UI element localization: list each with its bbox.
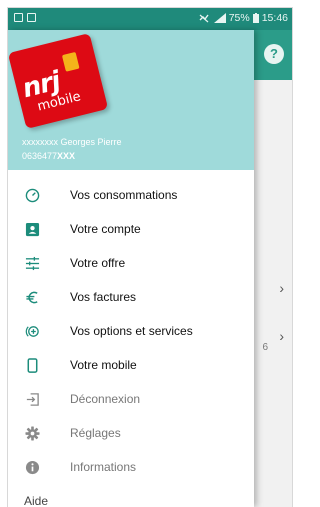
navigation-drawer: nrj mobile xxxxxxxx Georges Pierre 06364… [8,30,254,507]
partial-value: 6 [262,342,268,353]
phone-mask: XXX [57,151,76,161]
gauge-icon [24,187,40,203]
gear-icon [24,425,40,441]
menu-item-offre[interactable]: Votre offre [8,246,254,280]
user-name: xxxxxxxx Georges Pierre [22,137,122,147]
phone-prefix: 0636477 [22,151,58,161]
info-icon [24,459,40,475]
battery-icon [252,13,259,23]
phone-screen: 75% 15:46 ? › › 6 nrj mobile xxxxxxxx Ge… [8,8,292,507]
menu-item-label: Vos factures [70,290,137,304]
chevron-right-icon[interactable]: › [279,328,284,344]
status-bar: 75% 15:46 [8,8,292,30]
menu-item-aide[interactable]: Aide [8,484,254,507]
menu-item-label: Réglages [70,426,121,440]
menu-item-label: Vos consommations [70,188,178,202]
nrj-mobile-logo: nrj mobile [8,32,109,130]
account-card-icon [24,221,40,237]
notification-icon [14,13,23,22]
menu-item-mobile[interactable]: Votre mobile [8,348,254,382]
clock: 15:46 [261,12,288,24]
menu-item-label: Vos options et services [70,324,193,338]
menu-item-label: Votre offre [70,256,126,270]
sliders-icon [24,255,40,271]
logo-yellow-square [61,51,80,72]
menu-item-options[interactable]: Vos options et services [8,314,254,348]
notification-icon [27,13,36,22]
chevron-right-icon[interactable]: › [279,280,284,296]
menu-item-label: Votre compte [70,222,141,236]
menu-item-label: Informations [70,460,137,474]
menu-item-label: Déconnexion [70,392,141,406]
signal-icon [213,13,226,23]
menu-item-compte[interactable]: Votre compte [8,212,254,246]
system-status: 75% 15:46 [199,12,288,24]
battery-percentage: 75% [228,12,250,24]
user-phone: 0636477XXX [22,151,75,161]
drawer-menu: Vos consommations Votre compte Votre off… [8,178,254,507]
notification-icons [14,13,36,22]
menu-item-informations[interactable]: Informations [8,450,254,484]
euro-icon [24,289,40,305]
smartphone-icon [24,357,40,373]
mute-icon [199,14,209,23]
menu-item-consommations[interactable]: Vos consommations [8,178,254,212]
aide-label: Aide [24,494,49,507]
menu-item-reglages[interactable]: Réglages [8,416,254,450]
menu-item-deconnexion[interactable]: Déconnexion [8,382,254,416]
add-circle-icon [24,323,40,339]
menu-item-factures[interactable]: Vos factures [8,280,254,314]
menu-item-label: Votre mobile [70,358,137,372]
drawer-header: nrj mobile xxxxxxxx Georges Pierre 06364… [8,30,254,170]
logout-icon [24,391,40,407]
help-button[interactable]: ? [264,44,284,64]
